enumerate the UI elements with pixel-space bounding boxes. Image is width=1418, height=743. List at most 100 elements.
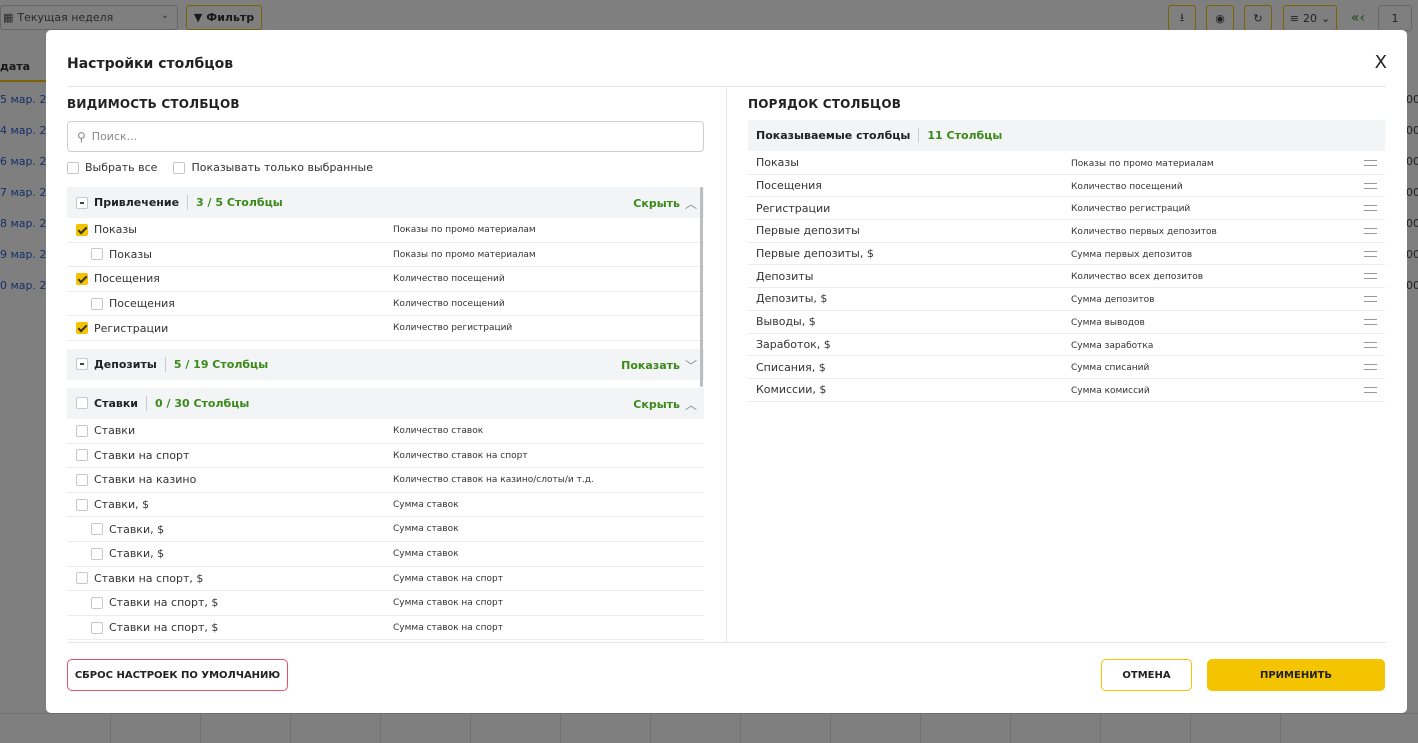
column-label: Ставки на спорт, $ (109, 596, 219, 610)
reset-defaults-button[interactable]: СБРОС НАСТРОЕК ПО УМОЛЧАНИЮ (67, 659, 288, 691)
order-row-label: Депозиты (756, 269, 814, 283)
group-name: Привлечение (94, 196, 180, 209)
order-row[interactable]: Показы Показы по промо материалам (748, 152, 1385, 175)
drag-handle-icon[interactable] (1364, 386, 1377, 393)
order-row-label: Комиссии, $ (756, 383, 827, 397)
column-item[interactable]: Посещения Количество посещений (67, 292, 704, 317)
column-checkbox[interactable] (76, 498, 88, 511)
group-count: 5 / 19 Столбцы (173, 357, 269, 371)
order-row[interactable]: Первые депозиты, $ Сумма первых депозитов (748, 243, 1385, 266)
column-description: Количество посещений (393, 274, 505, 285)
cancel-button[interactable]: ОТМЕНА (1101, 659, 1192, 691)
group-toggle-label: Показать (621, 358, 680, 372)
search-field[interactable]: ⚲ (67, 121, 704, 152)
order-row-description: Сумма заработка (1071, 340, 1154, 351)
order-row-description: Сумма комиссий (1071, 385, 1150, 396)
column-checkbox[interactable] (76, 424, 88, 437)
column-label: Ставки на спорт (94, 448, 190, 462)
column-item[interactable]: Ставки, $ Сумма ставок (67, 517, 704, 542)
column-item[interactable]: Показы Показы по промо материалам (67, 243, 704, 268)
select-all-checkbox[interactable] (67, 161, 79, 174)
drag-handle-icon[interactable] (1364, 182, 1377, 189)
shown-columns-label: Показываемые столбцы (756, 129, 911, 142)
show-selected-only-checkbox[interactable] (173, 161, 186, 174)
separator (146, 395, 148, 411)
show-selected-only-label: Показывать только выбранные (191, 161, 374, 174)
search-input[interactable] (91, 130, 682, 143)
group-toggle-button[interactable]: Показать ﹀ (621, 357, 697, 374)
drag-handle-icon[interactable] (1364, 296, 1377, 303)
drag-handle-icon[interactable] (1364, 341, 1377, 348)
column-item[interactable]: Ставки на спорт, $ Сумма ставок на спорт (67, 567, 704, 592)
drag-handle-icon[interactable] (1364, 273, 1377, 280)
column-item[interactable]: Регистрации Количество регистраций (67, 316, 704, 341)
show-selected-only-option[interactable]: Показывать только выбранные (173, 161, 373, 174)
order-row[interactable]: Посещения Количество посещений (748, 175, 1385, 198)
column-item[interactable]: Показы Показы по промо материалам (67, 218, 704, 243)
scrollbar[interactable] (700, 187, 703, 387)
order-row[interactable]: Комиссии, $ Сумма комиссий (748, 379, 1385, 402)
order-row-description: Количество регистраций (1071, 204, 1191, 215)
group-toggle-button[interactable]: Скрыть ︿ (633, 396, 697, 413)
drag-handle-icon[interactable] (1364, 160, 1377, 166)
visibility-title: ВИДИМОСТЬ СТОЛБЦОВ (67, 97, 240, 111)
column-item[interactable]: Ставки, $ Сумма ставок (67, 542, 704, 567)
column-item[interactable]: Ставки, $ Сумма ставок (67, 493, 704, 518)
drag-handle-icon[interactable] (1364, 205, 1377, 212)
order-row-description: Сумма списаний (1071, 363, 1150, 374)
close-icon[interactable]: X (1375, 52, 1387, 73)
group-checkbox[interactable] (76, 196, 88, 209)
shown-columns-count: 11 Столбцы (927, 129, 1003, 142)
column-checkbox[interactable] (76, 223, 88, 236)
order-row-description: Сумма выводов (1071, 317, 1145, 328)
drag-handle-icon[interactable] (1364, 318, 1377, 325)
column-item[interactable]: Ставки на спорт, $ Сумма ставок на спорт (67, 591, 704, 616)
order-row[interactable]: Регистрации Количество регистраций (748, 197, 1385, 221)
column-item[interactable]: Ставки на казино Количество ставок на каз… (67, 468, 704, 493)
column-checkbox[interactable] (91, 248, 103, 261)
column-label: Ставки на спорт, $ (109, 621, 219, 635)
column-label: Ставки на казино (94, 473, 197, 487)
drag-handle-icon[interactable] (1364, 250, 1377, 257)
order-row-description: Количество посещений (1071, 181, 1183, 192)
drag-handle-icon[interactable] (1364, 364, 1377, 371)
column-checkbox[interactable] (76, 449, 88, 462)
column-item[interactable]: Ставки на спорт, $ Сумма ставок на спорт (67, 616, 704, 641)
chevron-up-icon: ︿ (684, 197, 697, 211)
order-row[interactable]: Заработок, $ Сумма заработка (748, 334, 1385, 357)
column-label: Ставки, $ (94, 498, 150, 512)
column-checkbox[interactable] (91, 621, 103, 634)
order-row[interactable]: Выводы, $ Сумма выводов (748, 311, 1385, 334)
order-row[interactable]: Депозиты Количество всех депозитов (748, 265, 1385, 289)
column-label: Регистрации (94, 321, 169, 335)
column-checkbox[interactable] (91, 523, 103, 536)
group-checkbox[interactable] (76, 358, 88, 371)
column-checkbox[interactable] (91, 297, 103, 310)
group-toggle-button[interactable]: Скрыть ︿ (633, 195, 697, 212)
group-checkbox[interactable] (76, 397, 88, 410)
column-checkbox[interactable] (76, 572, 88, 585)
column-checkbox[interactable] (76, 473, 88, 486)
column-checkbox[interactable] (76, 272, 88, 285)
column-description: Показы по промо материалам (393, 225, 536, 235)
column-checkbox[interactable] (91, 596, 103, 609)
column-item[interactable]: Ставки Количество ставок (67, 419, 704, 444)
column-checkbox[interactable] (76, 322, 88, 335)
separator (918, 128, 920, 143)
select-all-option[interactable]: Выбрать все (67, 161, 157, 174)
apply-button[interactable]: ПРИМЕНИТЬ (1207, 659, 1385, 691)
order-row[interactable]: Списания, $ Сумма списаний (748, 356, 1385, 379)
column-description: Количество посещений (393, 298, 505, 309)
divider (67, 642, 1386, 643)
order-row[interactable]: Депозиты, $ Сумма депозитов (748, 288, 1385, 311)
column-item[interactable]: Посещения Количество посещений (67, 267, 704, 292)
group-toggle-label: Скрыть (633, 197, 680, 210)
column-item[interactable]: Ставки на спорт Количество ставок на спор… (67, 444, 704, 469)
column-checkbox[interactable] (91, 547, 103, 560)
order-row[interactable]: Первые депозиты Количество первых депозит… (748, 220, 1385, 243)
column-label: Ставки на спорт, $ (94, 571, 204, 585)
order-row-label: Регистрации (756, 201, 831, 215)
drag-handle-icon[interactable] (1364, 228, 1377, 235)
